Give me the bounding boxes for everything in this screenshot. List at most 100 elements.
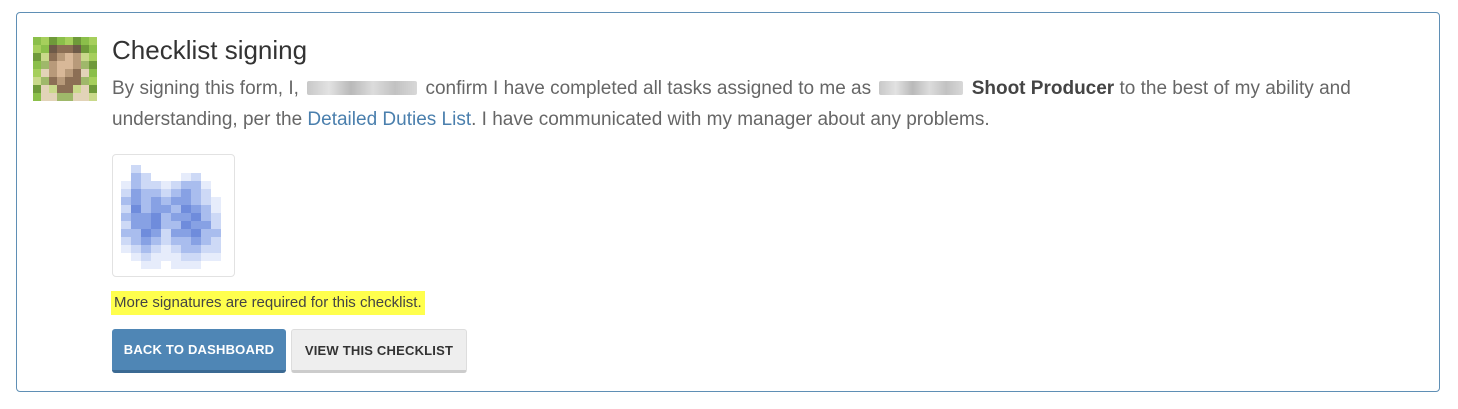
signature-pixel (201, 197, 211, 205)
signature-pixel (161, 181, 171, 189)
avatar-pixel (49, 53, 57, 61)
signature-pixel (191, 213, 201, 221)
avatar-pixel (73, 69, 81, 77)
avatar-pixel (33, 45, 41, 53)
signature-pixel (141, 221, 151, 229)
avatar-pixel (33, 77, 41, 85)
avatar-pixel (41, 77, 49, 85)
signature-pixel (191, 205, 201, 213)
signature-pixel (201, 221, 211, 229)
avatar-pixel (89, 69, 97, 77)
avatar-pixel (57, 61, 65, 69)
avatar-pixel (89, 53, 97, 61)
signature-pixel (121, 229, 131, 237)
signature-pixel (141, 197, 151, 205)
signature-pixel (171, 181, 181, 189)
avatar-pixel (49, 45, 57, 53)
signature-pixel (211, 181, 221, 189)
back-to-dashboard-button[interactable]: BACK TO DASHBOARD (112, 329, 286, 373)
detailed-duties-link[interactable]: Detailed Duties List (307, 109, 471, 130)
signature-pixel (201, 237, 211, 245)
signature-pixel (181, 261, 191, 269)
signature-pixel (151, 205, 161, 213)
signature-pixel (201, 181, 211, 189)
signature-pixel (181, 213, 191, 221)
signature-pixel (191, 221, 201, 229)
avatar-pixel (33, 85, 41, 93)
signature-pixel (161, 229, 171, 237)
signature-pixel (131, 165, 141, 173)
avatar-pixel (49, 69, 57, 77)
redacted-user-name (307, 81, 418, 95)
signature-pixel (191, 197, 201, 205)
signature-pixel (211, 237, 221, 245)
signature-pixel (211, 165, 221, 173)
avatar-pixel (57, 85, 65, 93)
avatar-pixel (49, 77, 57, 85)
statement-part-2: confirm I have completed all tasks assig… (425, 78, 872, 99)
avatar-pixel (65, 45, 73, 53)
signature-pixel (211, 221, 221, 229)
avatar-pixel (73, 93, 81, 101)
signature-pixel (191, 245, 201, 253)
role-name: Shoot Producer (971, 78, 1115, 99)
avatar-pixel (73, 77, 81, 85)
signature-image-icon (121, 165, 221, 269)
signature-pixel (161, 189, 171, 197)
signature-pixel (181, 245, 191, 253)
signature-pixel (171, 165, 181, 173)
signature-pixel (141, 205, 151, 213)
signature-pixel (151, 229, 161, 237)
signature-pixel (131, 245, 141, 253)
signature-pixel (151, 197, 161, 205)
avatar-pixel (73, 85, 81, 93)
avatar-pixel (81, 85, 89, 93)
signature-pixel (121, 205, 131, 213)
avatar-pixel (73, 37, 81, 45)
signature-pixel (121, 173, 131, 181)
signature-pixel (211, 205, 221, 213)
signature-pixel (161, 173, 171, 181)
signature-pixel (161, 213, 171, 221)
signature-pixel (121, 261, 131, 269)
signature-pixel (161, 165, 171, 173)
signature-pixel (151, 213, 161, 221)
signature-pixel (161, 261, 171, 269)
signature-pixel (151, 261, 161, 269)
avatar-pixel (41, 69, 49, 77)
signature-pixel (201, 173, 211, 181)
avatar-pixel (65, 69, 73, 77)
signature-pixel (181, 181, 191, 189)
signature-pixel (151, 253, 161, 261)
avatar-pixel (65, 93, 73, 101)
avatar-pixel (41, 85, 49, 93)
signature-pixel (121, 237, 131, 245)
signature-thumbnail[interactable] (112, 154, 235, 277)
signature-pixel (131, 213, 141, 221)
signature-pixel (131, 181, 141, 189)
statement-part-4: . I have communicated with my manager ab… (471, 109, 990, 130)
signature-pixel (211, 189, 221, 197)
signature-pixel (191, 261, 201, 269)
signature-pixel (121, 213, 131, 221)
avatar-pixel (57, 53, 65, 61)
signature-pixel (171, 205, 181, 213)
avatar-pixel (57, 37, 65, 45)
avatar-pixel (33, 37, 41, 45)
signature-pixel (131, 229, 141, 237)
signature-pixel (201, 253, 211, 261)
signature-pixel (151, 181, 161, 189)
avatar-pixel (33, 93, 41, 101)
view-checklist-button[interactable]: VIEW THIS CHECKLIST (291, 329, 467, 373)
avatar-pixel (81, 45, 89, 53)
signature-pixel (151, 173, 161, 181)
signature-pixel (181, 197, 191, 205)
signature-pixel (171, 213, 181, 221)
signature-pixel (141, 165, 151, 173)
signature-pixel (181, 189, 191, 197)
signature-pixel (151, 165, 161, 173)
signature-pixel (171, 189, 181, 197)
signature-pixel (181, 237, 191, 245)
avatar-pixel (41, 53, 49, 61)
signature-pixel (131, 197, 141, 205)
